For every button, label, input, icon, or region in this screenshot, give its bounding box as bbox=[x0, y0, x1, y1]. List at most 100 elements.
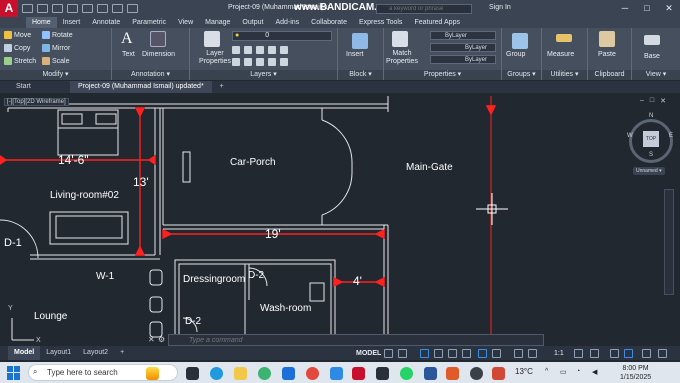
paste-button[interactable]: Paste bbox=[598, 51, 616, 58]
annotation-visibility-icon[interactable] bbox=[528, 349, 537, 358]
redo-icon[interactable] bbox=[112, 4, 123, 13]
model-layout-tab[interactable]: Model bbox=[8, 346, 41, 360]
layer-tool-icon[interactable] bbox=[256, 46, 264, 54]
camera-icon[interactable] bbox=[470, 367, 483, 380]
block-panel-title[interactable]: Block ▾ bbox=[338, 70, 383, 80]
undo-icon[interactable] bbox=[97, 4, 108, 13]
match-properties-button[interactable]: Match Properties bbox=[386, 50, 418, 66]
viewcube-top-face[interactable]: TOP bbox=[643, 131, 659, 147]
tab-insert[interactable]: Insert bbox=[57, 17, 87, 28]
file-explorer-icon[interactable] bbox=[234, 367, 247, 380]
navigation-bar[interactable] bbox=[664, 189, 674, 295]
dimension-button[interactable]: Dimension bbox=[142, 51, 175, 58]
add-layout-button[interactable]: + bbox=[114, 346, 130, 360]
viewport-close-button[interactable]: ✕ bbox=[660, 97, 666, 105]
save-icon[interactable] bbox=[52, 4, 63, 13]
close-button[interactable]: ✕ bbox=[658, 0, 680, 17]
share-icon[interactable] bbox=[127, 4, 138, 13]
object-snap-tracking-icon[interactable] bbox=[462, 349, 471, 358]
viewport-restore-button[interactable]: – bbox=[640, 97, 644, 105]
tray-chevron-icon[interactable]: ^ bbox=[545, 368, 548, 375]
tab-add-ins[interactable]: Add-ins bbox=[269, 17, 305, 28]
ortho-icon[interactable] bbox=[420, 349, 429, 358]
insert-block-icon[interactable] bbox=[352, 33, 368, 49]
model-space-button[interactable]: MODEL bbox=[356, 350, 381, 357]
layer-tool-icon[interactable] bbox=[280, 46, 288, 54]
annotation-monitor-icon[interactable] bbox=[590, 349, 599, 358]
whatsapp-icon[interactable] bbox=[400, 367, 413, 380]
chrome-icon[interactable] bbox=[258, 367, 271, 380]
word-icon[interactable] bbox=[424, 367, 437, 380]
layer-properties-icon[interactable] bbox=[204, 31, 220, 47]
opera-icon[interactable] bbox=[306, 367, 319, 380]
tab-view[interactable]: View bbox=[172, 17, 199, 28]
layers-panel-title[interactable]: Layers ▾ bbox=[190, 70, 337, 80]
group-icon[interactable] bbox=[512, 33, 528, 49]
record-icon[interactable] bbox=[492, 367, 505, 380]
tab-manage[interactable]: Manage bbox=[199, 17, 236, 28]
isolate-objects-icon[interactable] bbox=[624, 349, 633, 358]
copy-button[interactable]: Copy bbox=[4, 44, 30, 52]
widgets-icon[interactable] bbox=[146, 367, 159, 380]
new-file-icon[interactable] bbox=[22, 4, 33, 13]
selection-cycling-icon[interactable] bbox=[514, 349, 523, 358]
tab-express-tools[interactable]: Express Tools bbox=[353, 17, 408, 28]
lineweight-dropdown[interactable]: ByLayer bbox=[430, 43, 496, 52]
tab-output[interactable]: Output bbox=[236, 17, 269, 28]
sign-in-button[interactable]: Sign In bbox=[489, 4, 511, 11]
command-close-icon[interactable]: ✕ bbox=[148, 335, 155, 344]
tab-featured-apps[interactable]: Featured Apps bbox=[408, 17, 466, 28]
isodraft-icon[interactable] bbox=[448, 349, 457, 358]
layer-tool-icon[interactable] bbox=[268, 46, 276, 54]
maximize-button[interactable]: □ bbox=[636, 0, 658, 17]
layer-tool-icon[interactable] bbox=[232, 58, 240, 66]
layer-tool-icon[interactable] bbox=[268, 58, 276, 66]
move-button[interactable]: Move bbox=[4, 31, 31, 39]
base-button[interactable]: Base bbox=[644, 53, 660, 60]
polar-icon[interactable] bbox=[434, 349, 443, 358]
properties-panel-title[interactable]: Properties ▾ bbox=[384, 70, 501, 80]
new-tab-button[interactable]: + bbox=[212, 81, 232, 93]
open-file-icon[interactable] bbox=[37, 4, 48, 13]
viewport-controls-label[interactable]: [-][Top][2D Wireframe] bbox=[4, 98, 69, 106]
groups-panel-title[interactable]: Groups ▾ bbox=[502, 70, 541, 80]
weather-temperature[interactable]: 13°C bbox=[515, 367, 533, 376]
annotation-panel-title[interactable]: Annotation ▾ bbox=[112, 70, 189, 80]
volume-icon[interactable]: ◀ bbox=[592, 368, 597, 376]
paste-icon[interactable] bbox=[599, 31, 615, 47]
layer-properties-button[interactable]: Layer Properties bbox=[196, 50, 234, 66]
plot-icon[interactable] bbox=[82, 4, 93, 13]
mail-icon[interactable] bbox=[330, 367, 343, 380]
text-button[interactable]: Text bbox=[122, 51, 135, 58]
scale-button[interactable]: Scale bbox=[42, 57, 70, 65]
command-customize-icon[interactable]: ⚙ bbox=[158, 335, 165, 344]
tab-parametric[interactable]: Parametric bbox=[126, 17, 172, 28]
annotation-scale[interactable]: 1:1 bbox=[554, 350, 564, 357]
viewport-max-button[interactable]: □ bbox=[650, 97, 654, 105]
task-view-icon[interactable] bbox=[186, 367, 199, 380]
layer-tool-icon[interactable] bbox=[232, 46, 240, 54]
text-icon[interactable]: A bbox=[121, 31, 137, 47]
layout1-tab[interactable]: Layout1 bbox=[40, 346, 77, 360]
rotate-button[interactable]: Rotate bbox=[42, 31, 73, 39]
wifi-icon[interactable]: ◔ bbox=[576, 368, 580, 375]
measure-icon[interactable] bbox=[556, 34, 572, 42]
command-line-input[interactable] bbox=[168, 334, 544, 346]
snap-icon[interactable] bbox=[398, 349, 407, 358]
terminal-icon[interactable] bbox=[376, 367, 389, 380]
edge-icon[interactable] bbox=[210, 367, 223, 380]
customize-menu-icon[interactable] bbox=[658, 349, 667, 358]
workspace-gear-icon[interactable] bbox=[574, 349, 583, 358]
stretch-button[interactable]: Stretch bbox=[4, 57, 36, 65]
taskbar-clock[interactable]: 8:00 PM 1/15/2025 bbox=[620, 364, 651, 382]
lineweight-icon[interactable] bbox=[492, 349, 501, 358]
measure-button[interactable]: Measure bbox=[547, 51, 574, 58]
fullscreen-icon[interactable] bbox=[642, 349, 651, 358]
help-search-input[interactable] bbox=[376, 4, 472, 14]
drawing-tab[interactable]: Project-09 (Muhammad Ismail) updated* bbox=[70, 81, 212, 93]
ucs-dropdown[interactable]: Unnamed ▾ bbox=[633, 167, 665, 175]
tab-collaborate[interactable]: Collaborate bbox=[305, 17, 353, 28]
match-properties-icon[interactable] bbox=[392, 31, 408, 47]
autocad-taskbar-icon[interactable] bbox=[352, 367, 365, 380]
layer-tool-icon[interactable] bbox=[256, 58, 264, 66]
